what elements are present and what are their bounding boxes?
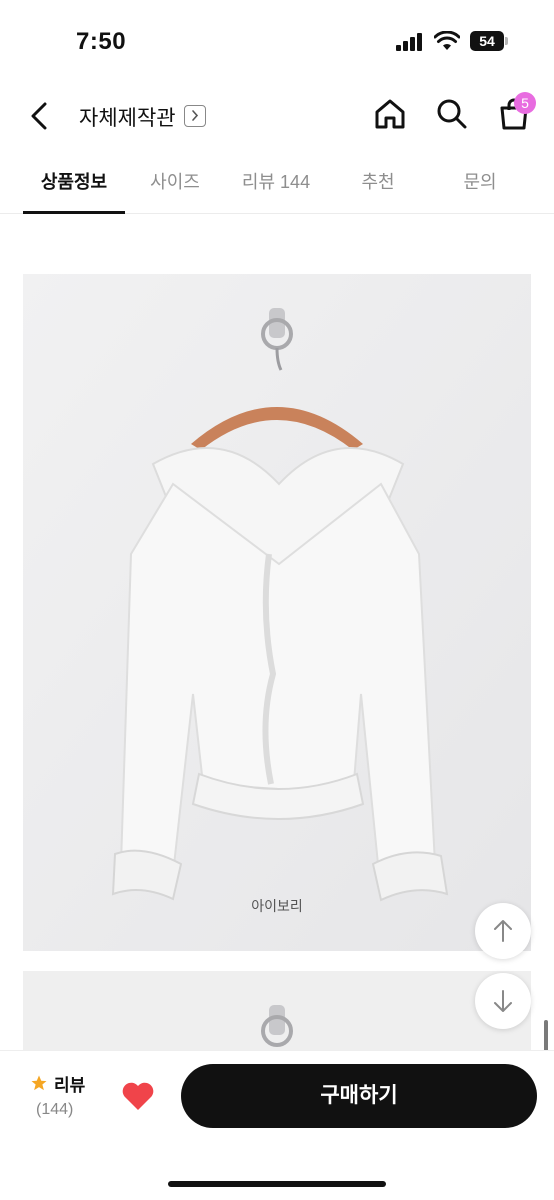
cellular-signal-icon [396,33,424,51]
tab-size[interactable]: 사이즈 [130,168,220,194]
review-summary[interactable]: 리뷰 (144) [30,1071,100,1131]
wall-hook-illustration [23,971,531,1061]
scroll-down-button[interactable] [475,973,531,1029]
review-label: 리뷰 [54,1076,86,1095]
tab-reviews[interactable]: 리뷰 144 [232,168,320,194]
battery-icon: 54 [470,31,508,51]
blouse-illustration [23,274,531,951]
star-icon [31,1075,47,1091]
bottom-action-bar: 리뷰 (144) 구매하기 [0,1050,554,1200]
arrow-down-icon [494,990,512,1012]
home-icon[interactable] [372,96,408,132]
product-image [23,971,531,1061]
buy-button[interactable]: 구매하기 [181,1064,537,1128]
status-time: 7:50 [76,28,127,55]
product-image: 아이보리 [23,274,531,951]
arrow-up-icon [494,920,512,942]
store-link-button[interactable] [184,105,206,127]
search-icon[interactable] [434,96,470,132]
cart-count-badge: 5 [514,92,536,114]
tab-inquiry[interactable]: 문의 [440,168,520,194]
color-caption: 아이보리 [251,898,303,914]
active-tab-indicator [23,211,125,214]
battery-level: 54 [470,31,504,51]
scroll-up-button[interactable] [475,903,531,959]
app-header: 자체제작관 [0,84,554,148]
tab-recommend[interactable]: 추천 [340,168,416,194]
review-count: (144) [36,1101,74,1118]
status-bar: 7:50 54 [0,0,554,80]
heart-icon[interactable] [121,1081,155,1111]
chevron-left-icon[interactable] [22,96,58,136]
store-title[interactable]: 자체제작관 [79,102,176,132]
product-tabs: 상품정보 사이즈 리뷰 144 추천 문의 [0,150,554,214]
chevron-right-icon [192,110,199,121]
tab-product-info[interactable]: 상품정보 [23,168,125,194]
wifi-icon [434,31,460,50]
home-indicator [168,1181,386,1187]
